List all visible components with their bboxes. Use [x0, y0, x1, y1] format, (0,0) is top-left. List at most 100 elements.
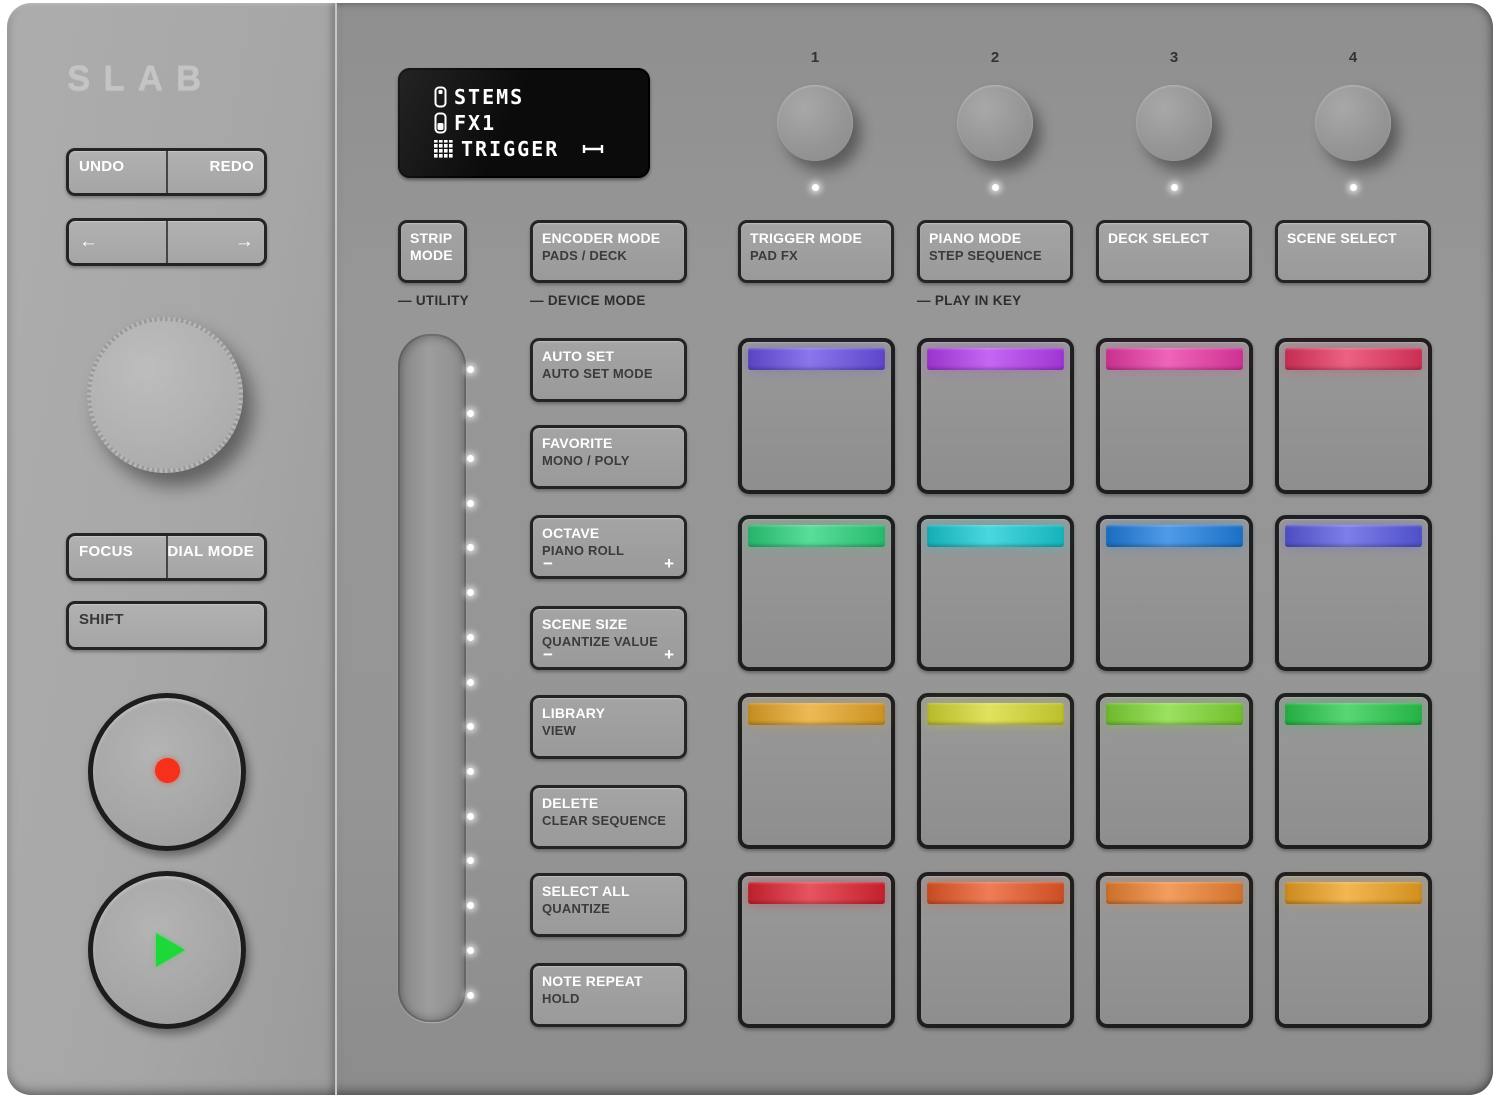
pad-color-strip	[1285, 525, 1422, 547]
pad-1-2[interactable]	[917, 338, 1074, 494]
shift-button[interactable]: SHIFT	[66, 601, 267, 650]
display-line-stems: STEMS	[434, 85, 650, 110]
select-all-button[interactable]: SELECT ALLQUANTIZE	[530, 873, 687, 937]
slab-controller: SLAB UNDO REDO ← → FOCUS DIAL MODE	[0, 0, 1500, 1098]
touch-strip[interactable]	[398, 334, 466, 1022]
strip-led	[467, 544, 474, 551]
pad-3-4[interactable]	[1275, 693, 1432, 849]
knob-group-3: 3	[1124, 49, 1224, 191]
button-title: DELETE	[542, 795, 675, 812]
strip-led	[467, 455, 474, 462]
deck-select-button[interactable]: DECK SELECT	[1096, 220, 1252, 283]
pad-color-strip	[748, 882, 885, 904]
knob-led	[812, 184, 819, 191]
button-title: LIBRARY	[542, 705, 675, 722]
trigger-mode-button[interactable]: TRIGGER MODEPAD FX	[738, 220, 894, 283]
redo-button[interactable]: REDO	[166, 151, 265, 193]
arrow-left-button[interactable]: ←	[69, 221, 166, 263]
knob-number: 3	[1170, 49, 1178, 67]
button-title: STRIP MODE	[410, 230, 455, 264]
undo-redo-button[interactable]: UNDO REDO	[66, 148, 267, 196]
dial-mode-button[interactable]: DIAL MODE	[166, 536, 265, 578]
knob-1[interactable]	[777, 85, 853, 161]
pad-color-strip	[1285, 348, 1422, 370]
focus-button[interactable]: FOCUS	[69, 536, 166, 578]
button-subtitle: PAD FX	[750, 248, 882, 263]
pad-color-strip	[1285, 882, 1422, 904]
pad-color-strip	[927, 348, 1064, 370]
arrow-buttons[interactable]: ← →	[66, 218, 267, 266]
pad-3-3[interactable]	[1096, 693, 1253, 849]
button-subtitle: QUANTIZE VALUE	[542, 634, 675, 649]
favorite-button[interactable]: FAVORITEMONO / POLY	[530, 425, 687, 489]
knob-3[interactable]	[1136, 85, 1212, 161]
pad-2-1[interactable]	[738, 515, 895, 671]
knob-led	[1350, 184, 1357, 191]
pad-4-4[interactable]	[1275, 872, 1432, 1028]
strip-led	[467, 813, 474, 820]
display-line-trigger: TRIGGER	[434, 137, 650, 162]
piano-mode-button[interactable]: PIANO MODESTEP SEQUENCE	[917, 220, 1073, 283]
pad-2-2[interactable]	[917, 515, 1074, 671]
pad-color-strip	[748, 703, 885, 725]
play-icon	[156, 933, 185, 967]
pad-4-3[interactable]	[1096, 872, 1253, 1028]
pad-color-strip	[1106, 703, 1243, 725]
pad-4-2[interactable]	[917, 872, 1074, 1028]
pad-1-3[interactable]	[1096, 338, 1253, 494]
arrow-right-icon: →	[235, 231, 254, 253]
strip-led	[467, 366, 474, 373]
undo-button[interactable]: UNDO	[69, 151, 166, 193]
pad-color-strip	[927, 703, 1064, 725]
knob-number: 4	[1349, 49, 1357, 67]
focus-dialmode-button[interactable]: FOCUS DIAL MODE	[66, 533, 267, 581]
delete-button[interactable]: DELETECLEAR SEQUENCE	[530, 785, 687, 849]
pad-1-1[interactable]	[738, 338, 895, 494]
play-button[interactable]	[88, 871, 246, 1029]
pad-color-strip	[1106, 882, 1243, 904]
strip-led	[467, 589, 474, 596]
note-repeat-button[interactable]: NOTE REPEATHOLD	[530, 963, 687, 1027]
pad-4-1[interactable]	[738, 872, 895, 1028]
pad-2-3[interactable]	[1096, 515, 1253, 671]
pad-1-4[interactable]	[1275, 338, 1432, 494]
octave-button[interactable]: OCTAVEPIANO ROLL−+	[530, 515, 687, 579]
strip-mode-button[interactable]: STRIP MODE	[398, 220, 467, 283]
record-button[interactable]	[88, 693, 246, 851]
knob-group-2: 2	[945, 49, 1045, 191]
button-title: DECK SELECT	[1108, 230, 1240, 247]
pad-color-strip	[927, 525, 1064, 547]
button-title: SCENE SELECT	[1287, 230, 1419, 247]
pad-color-strip	[748, 525, 885, 547]
library-button[interactable]: LIBRARYVIEW	[530, 695, 687, 759]
button-title: FAVORITE	[542, 435, 675, 452]
undo-label: UNDO	[79, 158, 124, 175]
encoder-mode-button[interactable]: ENCODER MODEPADS / DECK	[530, 220, 687, 283]
scene-select-button[interactable]: SCENE SELECT	[1275, 220, 1431, 283]
knob-4[interactable]	[1315, 85, 1391, 161]
pad-3-2[interactable]	[917, 693, 1074, 849]
button-subtitle: PADS / DECK	[542, 248, 675, 263]
shift-label: SHIFT	[79, 611, 124, 628]
main-dial[interactable]	[87, 317, 243, 473]
strip-led	[467, 410, 474, 417]
scene-size-button[interactable]: SCENE SIZEQUANTIZE VALUE−+	[530, 606, 687, 670]
arrow-left-icon: ←	[79, 231, 98, 253]
knob-number: 2	[991, 49, 999, 67]
pad-3-1[interactable]	[738, 693, 895, 849]
piano-mode-secondary-label: — PLAY IN KEY	[917, 293, 1021, 308]
button-title: SCENE SIZE	[542, 616, 675, 633]
knob-number: 1	[811, 49, 819, 67]
button-subtitle: AUTO SET MODE	[542, 366, 675, 381]
knob-2[interactable]	[957, 85, 1033, 161]
button-subtitle: VIEW	[542, 723, 675, 738]
redo-label: REDO	[209, 158, 254, 175]
arrow-right-button[interactable]: →	[166, 221, 265, 263]
strip-mode-secondary-label: — UTILITY	[398, 293, 469, 308]
button-title: NOTE REPEAT	[542, 973, 675, 990]
button-title: AUTO SET	[542, 348, 675, 365]
right-panel: STEMS FX1 TRIGGER 1 2 3 4 STRIP MODE — UTILI…	[337, 3, 1493, 1095]
pad-2-4[interactable]	[1275, 515, 1432, 671]
auto-set-button[interactable]: AUTO SETAUTO SET MODE	[530, 338, 687, 402]
display-line-fx: FX1	[434, 111, 650, 136]
